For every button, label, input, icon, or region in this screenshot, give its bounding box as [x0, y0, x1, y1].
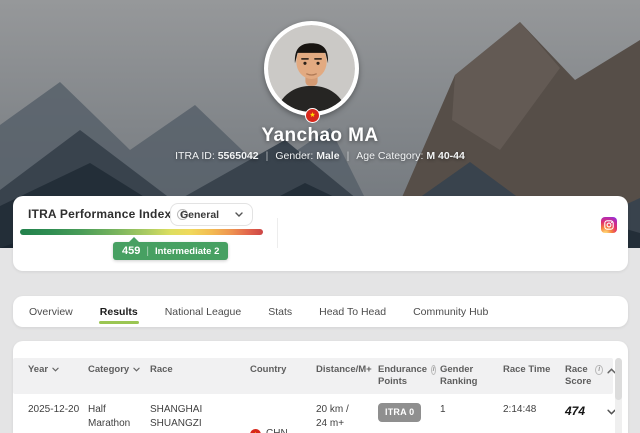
tab-overview[interactable]: Overview	[28, 296, 74, 327]
performance-index-title: ITRA Performance Index i	[28, 207, 188, 221]
table-scrollbar[interactable]	[615, 358, 622, 433]
header-year-sort[interactable]: Year	[28, 358, 88, 394]
cell-year: 2025-12-20	[28, 394, 88, 433]
tab-stats[interactable]: Stats	[267, 296, 293, 327]
table-header-row: Year Category Race Country Distance/M+ E…	[13, 358, 613, 394]
china-flag-icon: ★	[250, 429, 261, 433]
page-title-athlete-name: Yanchao MA	[0, 125, 640, 147]
dropdown-selected-value: General	[180, 209, 219, 221]
header-endurance-points: EndurancePoints i	[378, 358, 440, 394]
performance-index-card: ITRA Performance Index i General 459 | I…	[13, 196, 628, 271]
sort-chevron-icon	[133, 367, 140, 372]
scrollbar-thumb[interactable]	[615, 358, 622, 400]
index-type-dropdown[interactable]: General	[170, 203, 253, 226]
header-country: Country	[250, 358, 316, 394]
gender-label: Gender:	[275, 150, 313, 162]
sort-chevron-icon	[52, 367, 59, 372]
vertical-divider	[277, 218, 278, 248]
header-gender-ranking: GenderRanking	[440, 358, 503, 394]
cell-country: ★ CHN	[250, 394, 316, 433]
race-name-line1: SHANGHAI SHUANGZI	[150, 404, 202, 430]
header-race-score: RaceScore i	[565, 358, 607, 394]
performance-score-badge: 459 | Intermediate 2	[113, 242, 228, 260]
tab-national-league[interactable]: National League	[164, 296, 242, 327]
header-category-sort[interactable]: Category	[88, 358, 150, 394]
results-table-card: Year Category Race Country Distance/M+ E…	[13, 341, 628, 433]
instagram-icon[interactable]	[601, 217, 617, 233]
gender-value: Male	[316, 150, 339, 162]
cell-race-score: 474	[565, 394, 607, 433]
age-category-value: M 40-44	[426, 150, 465, 162]
tab-results[interactable]: Results	[99, 296, 139, 327]
country-code: CHN	[266, 427, 288, 433]
header-distance: Distance/M+	[316, 358, 378, 394]
performance-score: 459	[122, 245, 140, 257]
performance-level: Intermediate 2	[155, 246, 219, 257]
header-race-time: Race Time	[503, 358, 565, 394]
performance-gradient-bar	[20, 229, 263, 235]
profile-avatar	[264, 21, 359, 116]
cell-endurance-points: ITRA 0	[378, 394, 440, 433]
profile-tab-bar: Overview Results National League Stats H…	[13, 296, 628, 327]
cell-category: Half Marathon	[88, 394, 150, 433]
age-category-label: Age Category:	[356, 150, 423, 162]
info-icon[interactable]: i	[595, 365, 603, 375]
tab-head-to-head[interactable]: Head To Head	[318, 296, 387, 327]
cell-distance: 20 km / 24 m+	[316, 394, 378, 433]
cell-gender-ranking: 1	[440, 394, 503, 433]
info-icon[interactable]: i	[431, 365, 436, 375]
header-race: Race	[150, 358, 250, 394]
cell-race: SHANGHAI SHUANGZI MOUNTAIN - SZ20 NATION…	[150, 394, 250, 433]
table-row[interactable]: 2025-12-20 Half Marathon SHANGHAI SHUANG…	[13, 394, 613, 433]
itra-points-badge: ITRA 0	[378, 403, 421, 422]
athlete-meta-line: ITRA ID: 5565042|Gender: Male|Age Catego…	[0, 150, 640, 162]
itra-id-value: 5565042	[218, 150, 259, 162]
itra-id-label: ITRA ID:	[175, 150, 215, 162]
avatar-country-flag-china: ★	[305, 108, 320, 123]
chevron-down-icon	[235, 212, 243, 217]
tab-community-hub[interactable]: Community Hub	[412, 296, 489, 327]
cell-race-time: 2:14:48	[503, 394, 565, 433]
